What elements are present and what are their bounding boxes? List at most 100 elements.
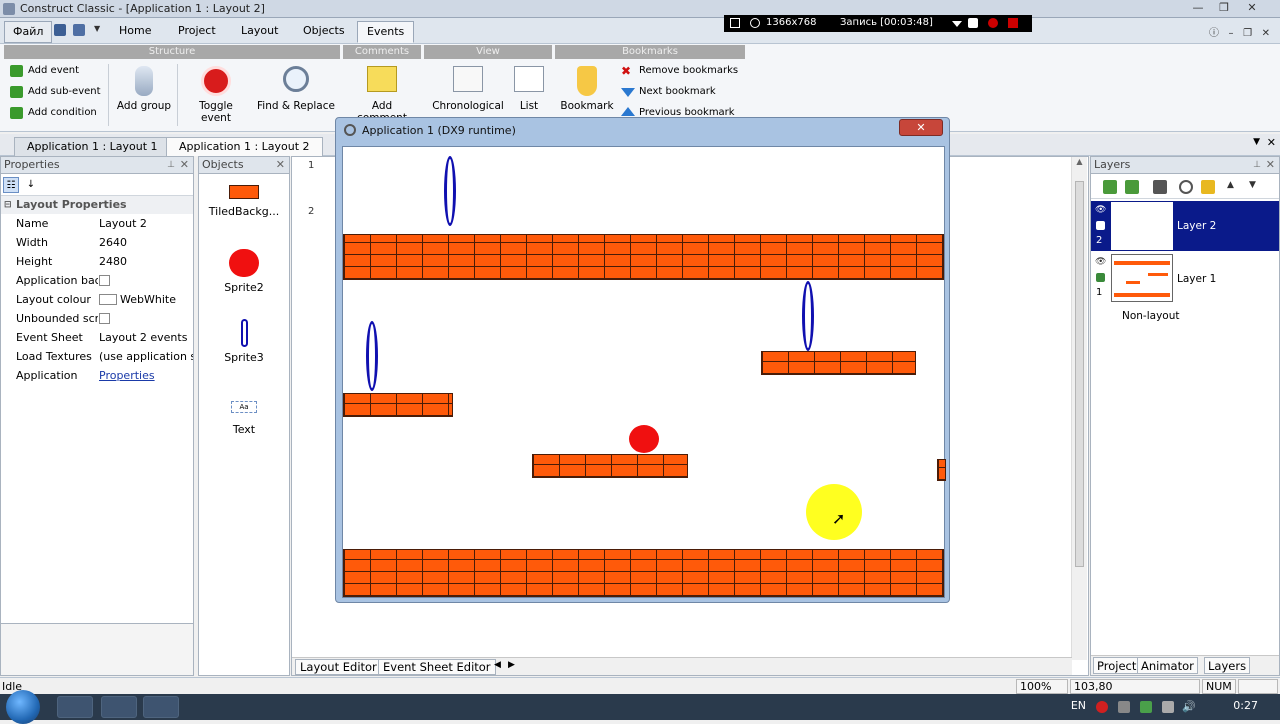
save-icon[interactable]	[54, 24, 66, 36]
prop-event-sheet[interactable]: Event Sheet Layout 2 events	[1, 328, 193, 347]
runtime-window[interactable]: Application 1 (DX9 runtime) ✕ ➚	[335, 117, 950, 603]
taskbar-app-runtime[interactable]	[143, 696, 179, 718]
taskbar-app-explorer[interactable]	[57, 696, 93, 718]
tab-layout-editor[interactable]: Layout Editor	[295, 659, 382, 675]
record-icon[interactable]	[988, 18, 998, 28]
chronological-button[interactable]: Chronological	[431, 66, 505, 112]
file-tab[interactable]: Файл	[4, 21, 53, 43]
trash-icon[interactable]	[1153, 180, 1167, 194]
prop-value[interactable]: (use application se	[99, 347, 193, 366]
tab-next-icon[interactable]: ▶	[508, 660, 515, 670]
lock-icon[interactable]	[1096, 221, 1105, 230]
chevron-down-icon[interactable]: ▼	[94, 24, 100, 33]
language-indicator[interactable]: EN	[1071, 699, 1086, 712]
tab-layers[interactable]: Layers	[1204, 657, 1251, 674]
prop-value[interactable]: Layout 2	[99, 214, 193, 233]
clock[interactable]: 0:27	[1233, 699, 1258, 712]
tab-project[interactable]: Project	[169, 21, 225, 43]
tray-icon[interactable]	[1140, 701, 1152, 713]
help-icon[interactable]: ⓘ	[1209, 28, 1219, 39]
prop-value[interactable]: Layout 2 events	[99, 328, 193, 347]
tray-icon[interactable]	[1118, 701, 1130, 713]
toggle-event-button[interactable]: Toggle event	[183, 66, 249, 124]
eye-icon[interactable]: 👁	[1095, 205, 1106, 215]
mdi-restore-icon[interactable]: ❐	[1243, 28, 1252, 39]
object-sprite3[interactable]: Sprite3	[199, 319, 289, 364]
sort-az-icon[interactable]: ↓	[23, 177, 39, 193]
prop-application-background[interactable]: Application bac	[1, 271, 193, 290]
layer-row-1[interactable]: 👁 1 Layer 1	[1091, 253, 1279, 303]
scroll-up-icon[interactable]: ▲	[1072, 157, 1087, 166]
prop-value[interactable]: 2640	[99, 233, 193, 252]
lock-icon[interactable]	[1201, 180, 1215, 194]
tab-layout-2[interactable]: Application 1 : Layout 2	[166, 137, 323, 156]
tab-layout[interactable]: Layout	[232, 21, 287, 43]
object-tiledbackground[interactable]: TiledBackg...	[199, 185, 289, 218]
mdi-close-icon[interactable]: ✕	[1262, 28, 1270, 39]
add-group-button[interactable]: Add group	[116, 66, 172, 112]
pin-icon[interactable]: ⊥	[167, 157, 175, 173]
eye-icon[interactable]	[1179, 180, 1193, 194]
prop-application[interactable]: Application Properties	[1, 366, 193, 385]
close-icon[interactable]: ✕	[1266, 157, 1275, 173]
tab-home[interactable]: Home	[110, 21, 160, 43]
layer-up-icon[interactable]: ▲	[1227, 180, 1241, 194]
vertical-scrollbar[interactable]: ▲	[1071, 157, 1087, 660]
maximize-button[interactable]: ❐	[1212, 1, 1236, 16]
mdi-minimize-icon[interactable]: –	[1229, 28, 1234, 39]
stop-icon[interactable]	[1008, 18, 1018, 28]
record-tray-icon[interactable]	[1096, 701, 1108, 713]
close-icon[interactable]: ✕	[276, 157, 285, 173]
tab-prev-icon[interactable]: ◀	[494, 660, 501, 670]
tab-list-icon[interactable]: ▼	[1253, 137, 1260, 147]
properties-link[interactable]: Properties	[99, 366, 193, 385]
add-comment-button[interactable]: Add comment	[347, 66, 417, 124]
add-condition-button[interactable]: Add condition	[8, 105, 97, 121]
start-button[interactable]	[6, 690, 40, 724]
prop-value[interactable]: 2480	[99, 252, 193, 271]
save-all-icon[interactable]	[73, 24, 85, 36]
layer-down-icon[interactable]: ▼	[1249, 180, 1263, 194]
camera-icon[interactable]	[968, 18, 978, 28]
tab-event-sheet-editor[interactable]: Event Sheet Editor	[378, 659, 496, 675]
add-sub-event-button[interactable]: Add sub-event	[8, 84, 101, 100]
remove-bookmarks-button[interactable]: ✖ Remove bookmarks	[619, 63, 738, 79]
close-icon[interactable]: ✕	[180, 157, 189, 173]
tab-objects[interactable]: Objects	[294, 21, 354, 43]
layer-row-2[interactable]: 👁 2 Layer 2	[1091, 201, 1279, 251]
prop-layout-colour[interactable]: Layout colour WebWhite	[1, 290, 193, 309]
next-bookmark-button[interactable]: Next bookmark	[619, 84, 716, 100]
list-button[interactable]: List	[512, 66, 546, 112]
network-icon[interactable]	[1162, 701, 1174, 713]
find-replace-button[interactable]: Find & Replace	[257, 66, 335, 112]
tab-project-panel[interactable]: Project	[1093, 657, 1141, 674]
add-layer-above-icon[interactable]	[1125, 180, 1139, 194]
lock-icon[interactable]	[1096, 273, 1105, 282]
prop-width[interactable]: Width 2640	[1, 233, 193, 252]
categorized-icon[interactable]: ☷	[3, 177, 19, 193]
checkbox[interactable]	[99, 275, 110, 286]
add-layer-icon[interactable]	[1103, 180, 1117, 194]
taskbar-app-construct[interactable]	[101, 696, 137, 718]
prop-unbounded-scrolling[interactable]: Unbounded scr	[1, 309, 193, 328]
tab-layout-1[interactable]: Application 1 : Layout 1	[14, 137, 171, 156]
pin-icon[interactable]: ⊥	[1253, 157, 1261, 173]
runtime-close-button[interactable]: ✕	[899, 119, 943, 136]
tab-close-icon[interactable]: ✕	[1267, 136, 1276, 149]
object-sprite2[interactable]: Sprite2	[199, 249, 289, 294]
close-window-button[interactable]: ✕	[1240, 1, 1264, 16]
tab-events[interactable]: Events	[357, 21, 415, 43]
minimize-button[interactable]: —	[1186, 1, 1210, 16]
non-layout-layer[interactable]: Non-layout	[1122, 310, 1179, 322]
tab-animator[interactable]: Animator	[1137, 657, 1198, 674]
caret-down-icon[interactable]	[952, 21, 962, 27]
game-canvas[interactable]: ➚	[342, 146, 946, 598]
prop-height[interactable]: Height 2480	[1, 252, 193, 271]
prop-name[interactable]: Name Layout 2	[1, 214, 193, 233]
colour-swatch[interactable]	[99, 294, 117, 305]
checkbox[interactable]	[99, 313, 110, 324]
collapse-icon[interactable]: ⊟	[4, 196, 12, 214]
volume-icon[interactable]: 🔊	[1182, 700, 1196, 713]
scroll-thumb[interactable]	[1075, 181, 1084, 567]
prop-value[interactable]: WebWhite	[120, 293, 176, 306]
